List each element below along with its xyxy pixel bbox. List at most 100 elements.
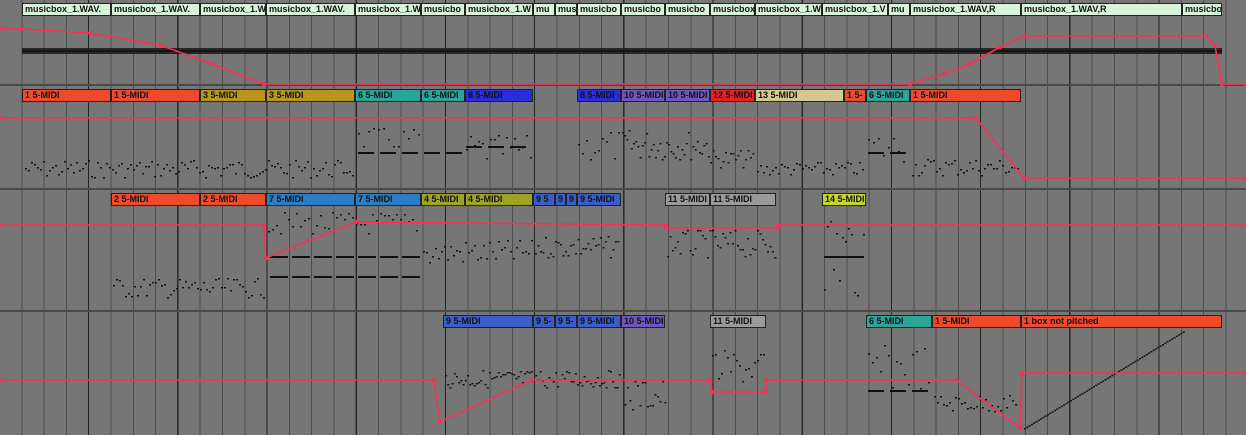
automation-point[interactable]	[1020, 371, 1024, 375]
midi-note	[823, 172, 825, 174]
midi-note	[747, 238, 749, 240]
automation-point[interactable]	[264, 256, 268, 260]
midi-note	[241, 164, 243, 166]
midi-note	[762, 239, 764, 241]
midi-note	[1178, 334, 1181, 336]
automation-point[interactable]	[764, 378, 768, 382]
automation-point[interactable]	[1204, 34, 1208, 38]
midi-note	[752, 248, 754, 250]
automation-point[interactable]	[954, 378, 958, 382]
automation-point[interactable]	[1018, 426, 1022, 430]
automation-point[interactable]	[20, 27, 24, 31]
midi-note	[663, 156, 666, 158]
midi-note	[659, 143, 662, 145]
automation-point[interactable]	[664, 226, 668, 230]
midi-note	[368, 233, 370, 235]
automation-envelope[interactable]	[0, 27, 1246, 85]
midi-note	[470, 136, 472, 138]
automation-point[interactable]	[974, 116, 978, 120]
midi-note	[396, 214, 398, 216]
midi-note	[498, 241, 500, 243]
midi-note	[912, 354, 914, 356]
automation-envelope[interactable]	[0, 221, 1246, 260]
automation-point[interactable]	[942, 72, 946, 76]
midi-note	[1065, 402, 1068, 405]
midi-note	[744, 256, 747, 258]
automation-point[interactable]	[776, 223, 780, 227]
midi-note	[175, 173, 177, 175]
midi-note	[672, 153, 675, 155]
automation-point[interactable]	[0, 26, 2, 30]
midi-note	[1125, 366, 1128, 368]
automation-point[interactable]	[0, 378, 2, 382]
midi-note	[270, 276, 288, 278]
automation-point[interactable]	[1220, 82, 1224, 86]
midi-note	[1136, 359, 1139, 361]
midi-note	[689, 250, 692, 252]
midi-note	[40, 169, 42, 171]
midi-note	[155, 282, 157, 284]
midi-note	[1129, 363, 1132, 366]
midi-note	[650, 149, 653, 151]
automation-point[interactable]	[158, 43, 162, 47]
midi-note	[348, 213, 350, 215]
automation-point[interactable]	[998, 45, 1002, 49]
midi-note	[933, 160, 935, 162]
midi-note	[820, 162, 822, 164]
midi-note	[358, 133, 360, 135]
midi-note	[473, 385, 476, 387]
midi-note	[449, 387, 452, 389]
automation-point[interactable]	[88, 31, 92, 35]
automation-envelope[interactable]	[0, 372, 1246, 430]
midi-note	[408, 138, 410, 140]
midi-note	[964, 402, 966, 404]
midi-note	[888, 355, 890, 357]
midi-note	[1015, 404, 1017, 406]
automation-point[interactable]	[968, 62, 972, 66]
automation-point[interactable]	[262, 223, 266, 227]
automation-envelope[interactable]	[0, 117, 1246, 179]
automation-point[interactable]	[432, 378, 436, 382]
midi-note	[949, 402, 951, 404]
automation-point[interactable]	[1213, 44, 1217, 48]
automation-point[interactable]	[908, 82, 912, 86]
midi-note	[118, 165, 120, 167]
midi-note	[839, 280, 841, 282]
midi-note	[662, 381, 664, 383]
automation-point[interactable]	[262, 82, 266, 86]
midi-note	[1122, 367, 1125, 370]
midi-note	[714, 236, 717, 238]
midi-note	[465, 242, 467, 244]
automation-point[interactable]	[438, 420, 442, 424]
midi-note	[413, 129, 415, 131]
automation-point[interactable]	[0, 223, 2, 227]
midi-note	[624, 135, 627, 137]
midi-note	[696, 141, 699, 143]
automation-point[interactable]	[710, 390, 714, 394]
midi-note	[890, 390, 906, 392]
midi-note	[316, 225, 318, 227]
midi-note	[313, 168, 315, 170]
midi-note	[471, 383, 474, 385]
midi-note	[607, 370, 610, 372]
midi-note	[987, 164, 989, 166]
automation-point[interactable]	[354, 220, 358, 224]
midi-note	[586, 140, 588, 142]
automation-point[interactable]	[530, 378, 534, 382]
automation-point[interactable]	[210, 62, 214, 66]
automation-point[interactable]	[764, 390, 768, 394]
midi-note	[592, 386, 595, 388]
midi-note	[742, 381, 744, 383]
automation-point[interactable]	[708, 378, 712, 382]
midi-note	[468, 252, 470, 254]
midi-note	[418, 134, 420, 136]
midi-note	[462, 261, 464, 263]
midi-note	[955, 397, 957, 399]
automation-point[interactable]	[0, 116, 2, 120]
midi-note	[242, 286, 244, 288]
automation-point[interactable]	[1022, 176, 1026, 180]
midi-note	[745, 159, 747, 161]
automation-point[interactable]	[1022, 34, 1026, 38]
midi-note	[233, 279, 235, 281]
midi-note	[639, 157, 642, 159]
